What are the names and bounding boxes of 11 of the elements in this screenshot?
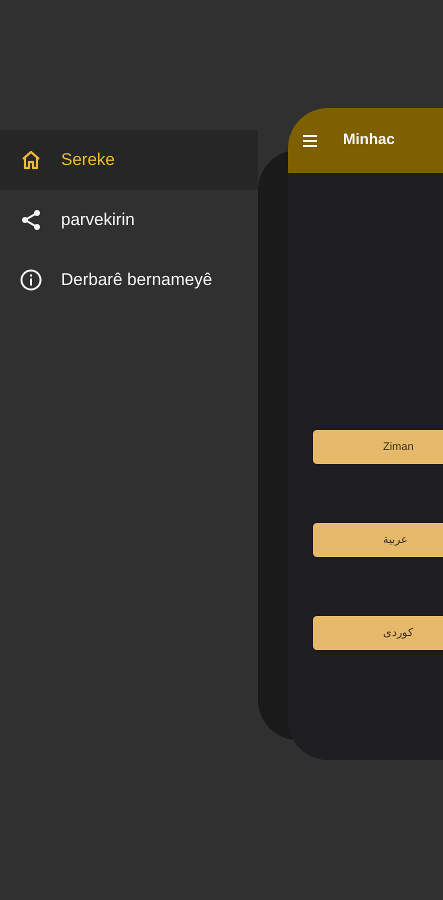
menu-icon[interactable]: [302, 134, 318, 146]
info-icon: [20, 269, 42, 291]
home-icon: [20, 150, 42, 170]
language-button[interactable]: کوردی: [313, 616, 443, 650]
drawer-item[interactable]: parvekirin: [0, 190, 258, 250]
drawer-item[interactable]: Sereke: [0, 130, 258, 190]
share-icon: [20, 209, 42, 231]
drawer-item[interactable]: Derbarê bernameyê: [0, 250, 258, 310]
language-button[interactable]: عربية: [313, 523, 443, 557]
app-title: Minhac: [343, 130, 395, 150]
language-button[interactable]: Ziman: [313, 430, 443, 464]
